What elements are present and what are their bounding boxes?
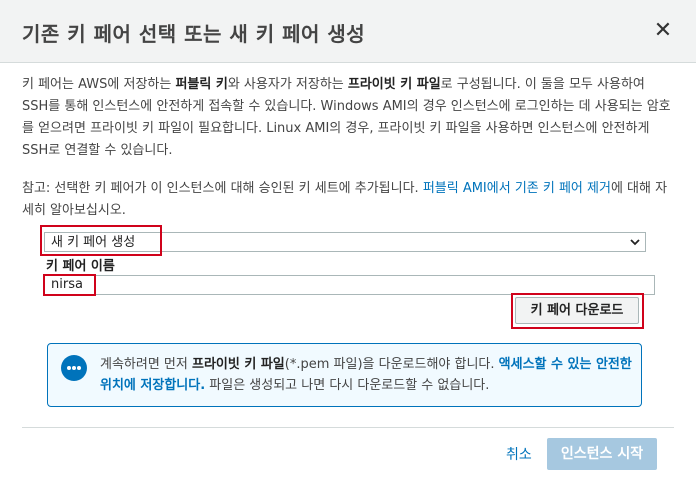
info-text-1: 계속하려면 먼저 [100, 357, 192, 372]
keypair-select[interactable]: 새 키 페어 생성 [44, 232, 646, 252]
chevron-down-icon [630, 239, 640, 246]
keypair-name-label: 키 페어 이름 [46, 259, 115, 274]
info-text-3: 파일은 생성되고 나면 다시 다운로드할 수 없습니다. [205, 378, 490, 393]
footer-divider [22, 427, 674, 428]
intro-bold-private-key: 프라이빗 키 파일 [347, 77, 441, 92]
download-keypair-button[interactable]: 키 페어 다운로드 [515, 297, 639, 324]
intro-text-1: 키 페어는 AWS에 저장하는 [22, 77, 176, 92]
cancel-button[interactable]: 취소 [506, 444, 532, 464]
chat-info-icon [61, 355, 87, 381]
intro-text-2: 와 사용자가 저장하는 [227, 77, 348, 92]
info-text-2: (*.pem 파일)을 다운로드해야 합니다. [284, 357, 499, 372]
info-text: 계속하려면 먼저 프라이빗 키 파일(*.pem 파일)을 다운로드해야 합니다… [100, 354, 634, 396]
intro-bold-public-key: 퍼블릭 키 [175, 77, 228, 92]
dialog-header: 기존 키 페어 선택 또는 새 키 페어 생성 ✕ [0, 0, 696, 63]
keypair-select-value: 새 키 페어 생성 [51, 235, 136, 250]
keypair-name-input[interactable]: nirsa [44, 275, 655, 295]
note-text-1: 참고: 선택한 키 페어가 이 인스턴스에 대해 승인된 키 세트에 추가됩니다… [22, 181, 423, 196]
info-bold-private-key: 프라이빗 키 파일 [192, 357, 285, 372]
note-paragraph: 참고: 선택한 키 페어가 이 인스턴스에 대해 승인된 키 세트에 추가됩니다… [22, 178, 674, 222]
close-icon[interactable]: ✕ [652, 20, 674, 42]
launch-instance-button[interactable]: 인스턴스 시작 [547, 438, 657, 470]
dialog-title: 기존 키 페어 선택 또는 새 키 페어 생성 [22, 22, 366, 46]
info-alert: 계속하려면 먼저 프라이빗 키 파일(*.pem 파일)을 다운로드해야 합니다… [47, 343, 642, 407]
intro-paragraph: 키 페어는 AWS에 저장하는 퍼블릭 키와 사용자가 저장하는 프라이빗 키 … [22, 74, 674, 162]
remove-keypair-link[interactable]: 퍼블릭 AMI에서 기존 키 페어 제거 [423, 181, 611, 196]
